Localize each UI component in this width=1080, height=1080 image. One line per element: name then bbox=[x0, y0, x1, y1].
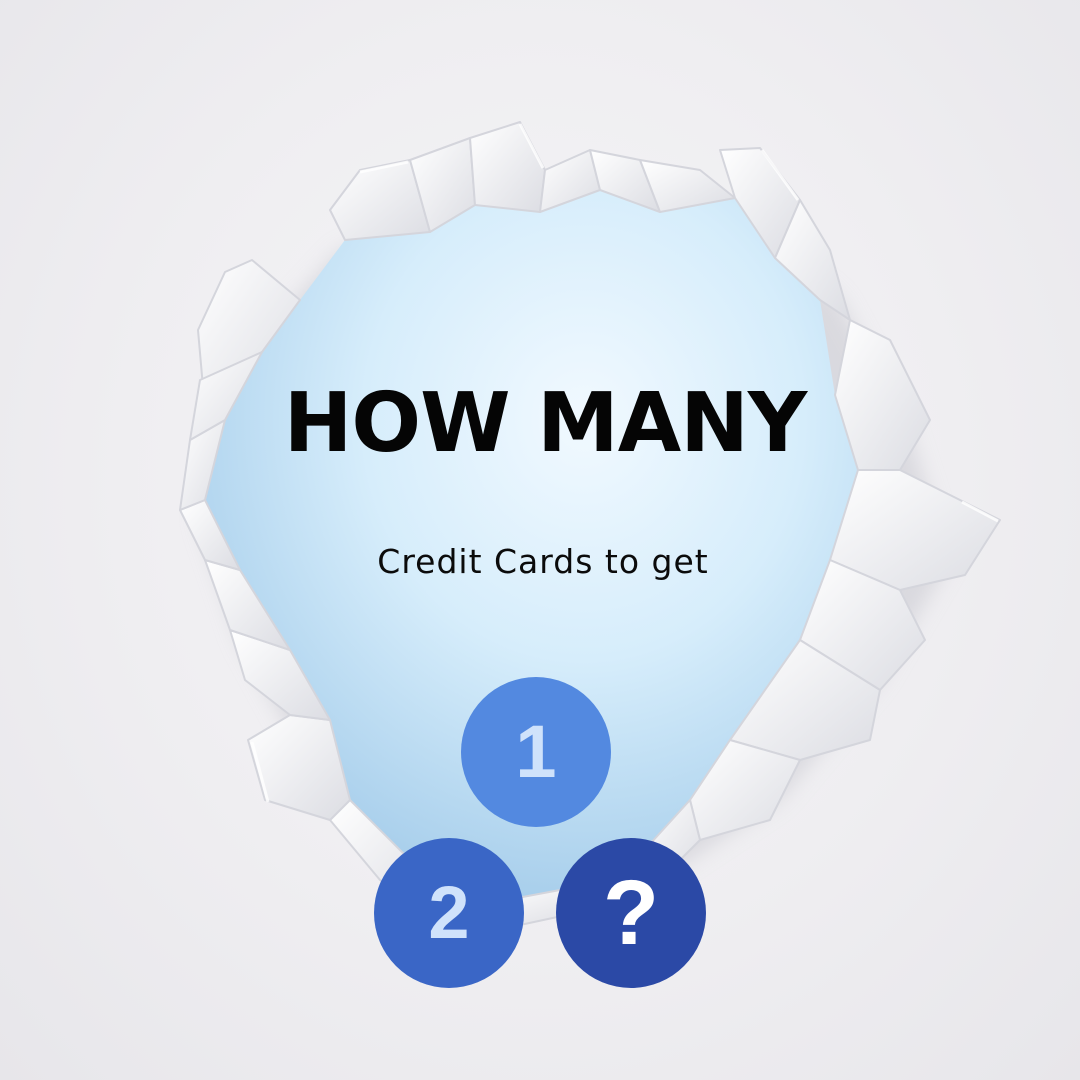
badge-one-label: 1 bbox=[515, 710, 557, 793]
question-mark-label: ? bbox=[602, 862, 660, 964]
number-badge-one: 1 bbox=[461, 677, 611, 827]
number-badge-two: 2 bbox=[374, 838, 524, 988]
question-badge: ? bbox=[556, 838, 706, 988]
torn-paper-hole-illustration bbox=[179, 121, 1001, 926]
torn-paper-graphic: HOW MANY Credit Cards to get 1 2 ? bbox=[0, 0, 1080, 1080]
badge-two-label: 2 bbox=[428, 871, 470, 954]
headline: HOW MANY bbox=[283, 376, 807, 471]
subheadline: Credit Cards to get bbox=[377, 542, 709, 581]
